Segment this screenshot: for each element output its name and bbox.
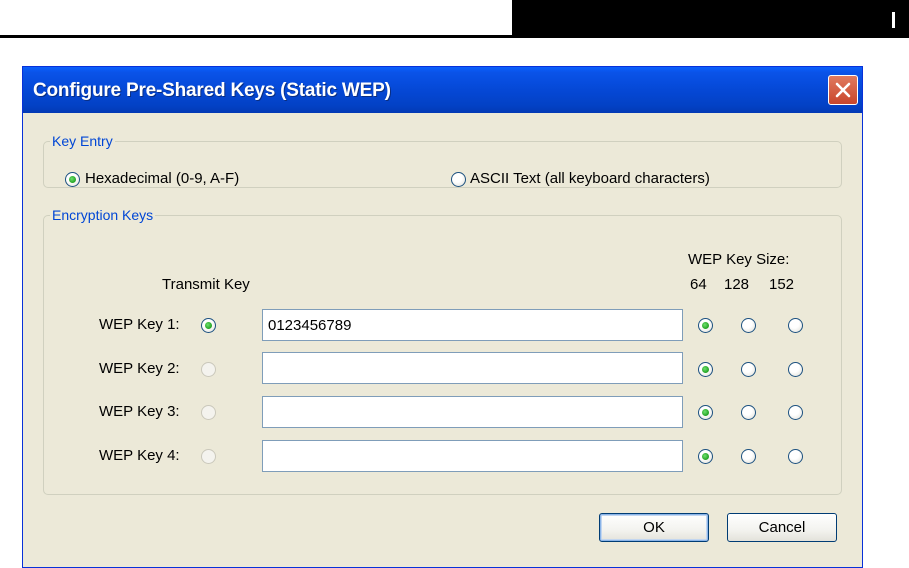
key-size-64-label: 64 (690, 276, 707, 293)
wep-key-3-label: WEP Key 3: (99, 403, 180, 420)
dialog-title: Configure Pre-Shared Keys (Static WEP) (33, 80, 391, 101)
wep-key-1-size-152-radio[interactable] (788, 318, 803, 333)
key-size-128-label: 128 (724, 276, 750, 293)
wep-key-1-size-128-radio[interactable] (741, 318, 756, 333)
hexadecimal-label: Hexadecimal (0-9, A-F) (85, 170, 240, 187)
encryption-keys-legend: Encryption Keys (52, 207, 154, 223)
wep-key-3-transmit-radio (201, 405, 216, 420)
wep-key-1-transmit-radio[interactable] (201, 318, 216, 333)
wep-key-1-size-64-radio[interactable] (698, 318, 713, 333)
wep-key-2-size-64-radio[interactable] (698, 362, 713, 377)
wep-key-3-size-64-radio[interactable] (698, 405, 713, 420)
key-entry-legend: Key Entry (52, 133, 113, 149)
close-button[interactable] (828, 75, 858, 105)
configure-psk-dialog: Configure Pre-Shared Keys (Static WEP) K… (22, 66, 863, 568)
wep-key-1-label: WEP Key 1: (99, 316, 180, 333)
wep-key-2-size-128-radio[interactable] (741, 362, 756, 377)
transmit-key-header: Transmit Key (162, 276, 250, 293)
document-header-notch (892, 12, 895, 28)
ascii-text-label: ASCII Text (all keyboard characters) (470, 170, 710, 187)
ascii-text-radio[interactable] (451, 172, 466, 187)
wep-key-2-input[interactable] (262, 352, 683, 384)
wep-key-3-size-128-radio[interactable] (741, 405, 756, 420)
key-size-152-label: 152 (769, 276, 795, 293)
wep-key-3-size-152-radio[interactable] (788, 405, 803, 420)
hexadecimal-radio[interactable] (65, 172, 80, 187)
wep-key-4-label: WEP Key 4: (99, 447, 180, 464)
wep-key-4-size-152-radio[interactable] (788, 449, 803, 464)
wep-key-2-size-152-radio[interactable] (788, 362, 803, 377)
wep-key-2-label: WEP Key 2: (99, 360, 180, 377)
ok-button[interactable]: OK (599, 513, 709, 542)
wep-key-4-input[interactable] (262, 440, 683, 472)
wep-key-3-input[interactable] (262, 396, 683, 428)
wep-key-2-transmit-radio (201, 362, 216, 377)
document-rule (0, 35, 512, 38)
cancel-button[interactable]: Cancel (727, 513, 837, 542)
dialog-titlebar[interactable]: Configure Pre-Shared Keys (Static WEP) (23, 67, 862, 113)
wep-key-4-size-64-radio[interactable] (698, 449, 713, 464)
document-header-block (512, 0, 909, 38)
encryption-keys-group: Encryption Keys WEP Key Size: Transmit K… (43, 207, 842, 495)
wep-key-4-transmit-radio (201, 449, 216, 464)
wep-key-size-header: WEP Key Size: (688, 251, 790, 268)
key-entry-group: Key Entry Hexadecimal (0-9, A-F) ASCII T… (43, 133, 842, 188)
wep-key-4-size-128-radio[interactable] (741, 449, 756, 464)
wep-key-1-input[interactable] (262, 309, 683, 341)
close-icon (835, 82, 851, 98)
